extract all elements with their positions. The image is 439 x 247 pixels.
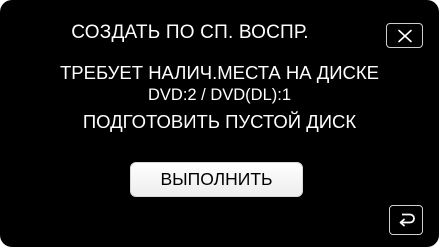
- camera-lcd-screen: СОЗДАТЬ ПО СП. ВОСПР. ТРЕБУЕТ НАЛИЧ.МЕСТ…: [0, 0, 439, 247]
- close-button[interactable]: [386, 23, 423, 48]
- screen-title: СОЗДАТЬ ПО СП. ВОСПР.: [71, 22, 309, 43]
- return-arrow-icon: [396, 211, 416, 229]
- message-line-disc-count: DVD:2 / DVD(DL):1: [147, 86, 292, 104]
- message-line-prepare-disc: ПОДГОТОВИТЬ ПУСТОЙ ДИСК: [82, 111, 357, 132]
- execute-button[interactable]: ВЫПОЛНИТЬ: [130, 162, 303, 197]
- close-icon: [396, 29, 414, 43]
- message-line-disc-space: ТРЕБУЕТ НАЛИЧ.МЕСТА НА ДИСКЕ: [59, 62, 380, 83]
- back-button[interactable]: [389, 205, 423, 235]
